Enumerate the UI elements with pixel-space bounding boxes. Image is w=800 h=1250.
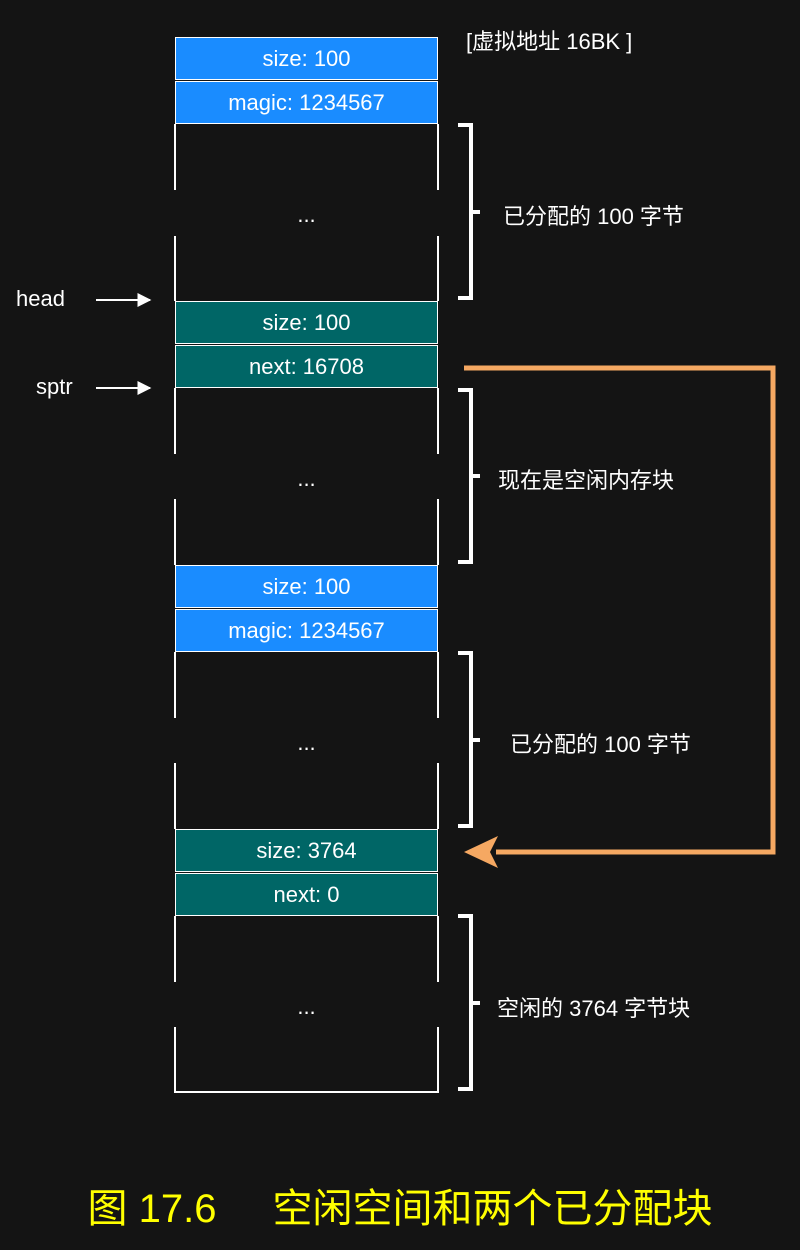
figure-number: 图 17.6 <box>87 1187 217 1231</box>
free-list-arrowhead <box>464 836 498 868</box>
block4-brace <box>458 914 480 1091</box>
block2-brace <box>458 388 480 564</box>
block3-brace <box>458 651 480 828</box>
block1-brace <box>458 123 480 300</box>
free-list-link-arrow <box>464 365 776 855</box>
diagram-graphics <box>96 123 776 1091</box>
figure-title: 空闲空间和两个已分配块 <box>272 1187 713 1231</box>
figure-caption: 图 17.6 空闲空间和两个已分配块 <box>0 1176 800 1234</box>
